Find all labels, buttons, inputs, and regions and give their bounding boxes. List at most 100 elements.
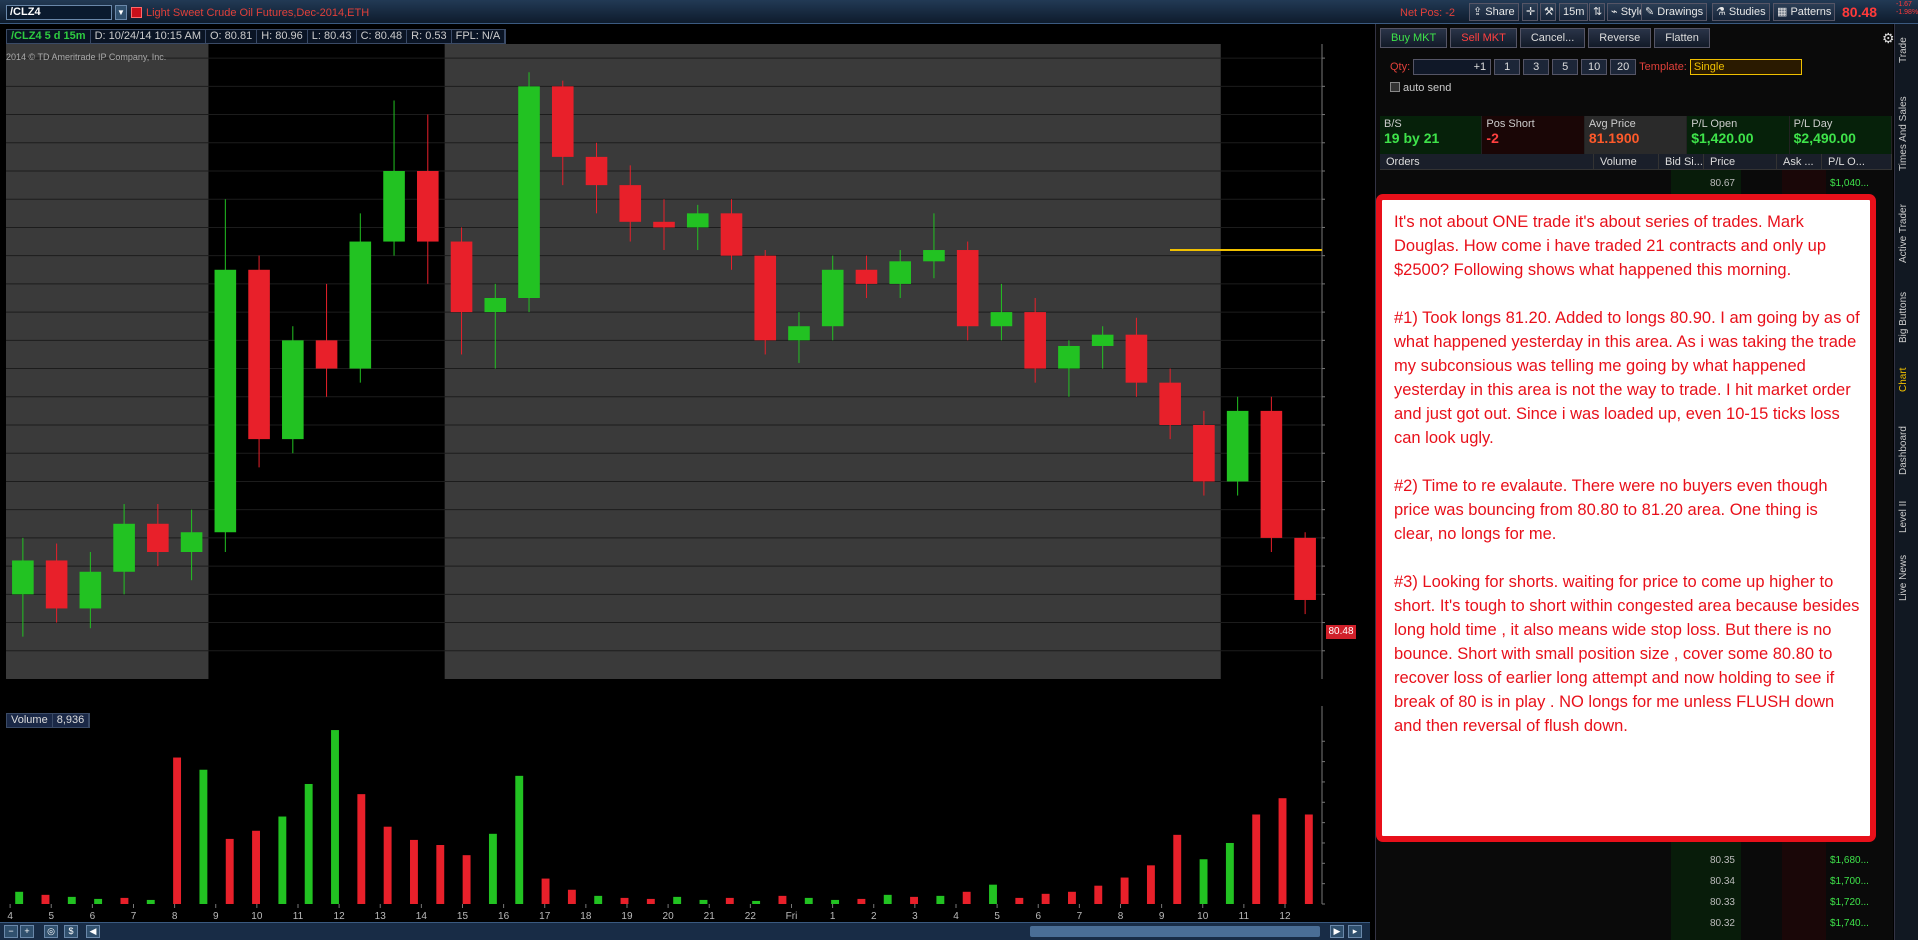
tab-big-buttons[interactable]: Big Buttons bbox=[1898, 282, 1916, 352]
volume-bar bbox=[410, 839, 418, 904]
share-icon: ⇪ bbox=[1473, 6, 1486, 18]
candle-body bbox=[484, 298, 507, 313]
volume-bar bbox=[1278, 798, 1287, 904]
auto-send-checkbox[interactable]: auto send bbox=[1390, 82, 1451, 94]
tab-trade[interactable]: Trade bbox=[1898, 30, 1916, 70]
checkbox-icon[interactable] bbox=[1390, 82, 1400, 92]
symbol-dropdown-icon[interactable]: ▼ bbox=[115, 5, 127, 20]
ladder-row[interactable]: 80.33 $1,720... bbox=[1380, 892, 1892, 913]
time-axis-label: 22 bbox=[745, 911, 757, 922]
candle-body bbox=[720, 213, 743, 256]
qty-preset-10[interactable]: 10 bbox=[1581, 59, 1608, 75]
patterns-button[interactable]: ▦ Patterns bbox=[1773, 3, 1836, 21]
price-change: -1.67 -1.98% bbox=[1896, 1, 1918, 16]
zoom-in-icon[interactable]: + bbox=[20, 925, 34, 938]
volume-bar bbox=[1041, 893, 1050, 904]
price-chart[interactable]: 82.482.382.282.18281.981.881.781.681.581… bbox=[0, 24, 1325, 922]
ladder-row[interactable]: 80.67 $1,040... bbox=[1380, 173, 1892, 194]
time-axis-label: 4 bbox=[7, 911, 13, 922]
link-color-icon[interactable] bbox=[131, 7, 142, 18]
time-axis-label: 5 bbox=[48, 911, 54, 922]
col-volume[interactable]: Volume bbox=[1594, 154, 1659, 169]
tab-level-ii[interactable]: Level II bbox=[1898, 494, 1916, 540]
volume-bar bbox=[1068, 891, 1076, 904]
buy-market-button[interactable]: Buy MKT bbox=[1380, 28, 1448, 48]
ohlc-header: /CLZ4 5 d 15m D: 10/24/14 10:15 AM O: 80… bbox=[6, 29, 507, 44]
instrument-description: Light Sweet Crude Oil Futures,Dec-2014,E… bbox=[146, 7, 370, 19]
candle-body bbox=[653, 221, 675, 228]
col-orders[interactable]: Orders bbox=[1380, 154, 1594, 169]
volume-bar bbox=[725, 897, 734, 904]
qty-preset-5[interactable]: 5 bbox=[1552, 59, 1579, 75]
volume-bar bbox=[488, 833, 497, 904]
ladder-header: Orders Volume Bid Si... Price Ask ... P/… bbox=[1380, 154, 1892, 170]
ladder-row[interactable]: 80.32 $1,740... bbox=[1380, 913, 1892, 934]
share-button[interactable]: ⇪ Share bbox=[1469, 3, 1519, 21]
template-select[interactable]: Single bbox=[1689, 59, 1802, 75]
ladder-row[interactable]: 80.35 $1,680... bbox=[1380, 850, 1892, 871]
scroll-left-icon[interactable]: ◀ bbox=[86, 925, 100, 938]
volume-bar bbox=[357, 794, 366, 904]
time-axis-label: 12 bbox=[334, 911, 346, 922]
studies-button[interactable]: ⚗ Studies bbox=[1712, 3, 1770, 21]
time-axis-label: 15 bbox=[457, 911, 469, 922]
compare-button[interactable]: ⇅ bbox=[1589, 3, 1605, 21]
volume-label: Volume bbox=[7, 714, 53, 727]
volume-header: Volume 8,936 bbox=[6, 713, 91, 728]
drawings-button[interactable]: ✎ Drawings bbox=[1641, 3, 1708, 21]
candle-body bbox=[248, 269, 270, 440]
scroll-end-icon[interactable]: ▶ bbox=[1330, 925, 1344, 938]
horizontal-scrollbar[interactable] bbox=[1030, 926, 1320, 937]
qty-preset-1[interactable]: 1 bbox=[1494, 59, 1521, 75]
timeframe-button[interactable]: 15m bbox=[1559, 3, 1589, 21]
qty-preset-3[interactable]: 3 bbox=[1523, 59, 1550, 75]
flatten-button[interactable]: Flatten bbox=[1654, 28, 1710, 48]
volume-value: 8,936 bbox=[53, 714, 90, 727]
qty-preset-20[interactable]: 20 bbox=[1610, 59, 1637, 75]
copyright-text: 2014 © TD Ameritrade IP Company, Inc. bbox=[6, 52, 167, 62]
bar-close: C: 80.48 bbox=[357, 30, 408, 43]
candle-body bbox=[585, 156, 608, 186]
zoom-out-icon[interactable]: − bbox=[4, 925, 18, 938]
tab-live-news[interactable]: Live News bbox=[1898, 550, 1916, 606]
time-axis-label: 3 bbox=[912, 911, 918, 922]
volume-bar bbox=[1094, 885, 1103, 904]
tab-times-and-sales[interactable]: Times And Sales bbox=[1898, 84, 1916, 184]
expand-icon[interactable]: ▸ bbox=[1348, 925, 1362, 938]
cancel-button[interactable]: Cancel... bbox=[1519, 28, 1586, 48]
net-position: Net Pos: -2 bbox=[1400, 7, 1456, 19]
qty-label: Qty: bbox=[1390, 61, 1411, 73]
reverse-button[interactable]: Reverse bbox=[1588, 28, 1652, 48]
volume-bar bbox=[173, 757, 182, 904]
col-price[interactable]: Price bbox=[1704, 154, 1777, 169]
volume-bar bbox=[699, 899, 708, 904]
tab-dashboard[interactable]: Dashboard bbox=[1898, 418, 1916, 484]
time-axis-label: 6 bbox=[1035, 911, 1041, 922]
tools-button[interactable]: ⚒ bbox=[1540, 3, 1556, 21]
gear-icon[interactable]: ⚙ bbox=[1882, 30, 1895, 47]
symbol-input[interactable]: /CLZ4 bbox=[6, 5, 112, 20]
candle-body bbox=[1058, 345, 1080, 369]
position-summary: B/S 19 by 21 Pos Short -2 Avg Price 81.1900… bbox=[1380, 116, 1893, 154]
candle-body bbox=[754, 255, 777, 341]
col-pl-open[interactable]: P/L O... bbox=[1822, 154, 1892, 169]
sell-market-button[interactable]: Sell MKT bbox=[1450, 28, 1517, 48]
tab-chart[interactable]: Chart bbox=[1898, 360, 1916, 400]
dollar-icon[interactable]: $ bbox=[64, 925, 78, 938]
thinkorswim-window: /CLZ4 ▼ Light Sweet Crude Oil Futures,De… bbox=[0, 0, 1918, 940]
candle-body bbox=[45, 560, 68, 609]
crosshair-button[interactable]: ✛ bbox=[1522, 3, 1538, 21]
template-label: Template: bbox=[1639, 61, 1687, 73]
candle-body bbox=[990, 312, 1013, 327]
time-axis-label: 11 bbox=[1239, 911, 1250, 922]
chart-symbol[interactable]: /CLZ4 5 d 15m bbox=[7, 30, 91, 43]
chart-panel[interactable]: 82.482.382.282.18281.981.881.781.681.581… bbox=[0, 24, 1356, 924]
col-bid-size[interactable]: Bid Si... bbox=[1659, 154, 1704, 169]
col-ask-size[interactable]: Ask ... bbox=[1777, 154, 1822, 169]
quantity-stepper[interactable]: +1 bbox=[1413, 59, 1492, 75]
volume-bar bbox=[146, 899, 155, 904]
ladder-row[interactable]: 80.34 $1,700... bbox=[1380, 871, 1892, 892]
tab-active-trader[interactable]: Active Trader bbox=[1898, 194, 1916, 274]
magnifier-icon[interactable]: ◎ bbox=[44, 925, 58, 938]
stat-bs: B/S 19 by 21 bbox=[1380, 116, 1483, 154]
